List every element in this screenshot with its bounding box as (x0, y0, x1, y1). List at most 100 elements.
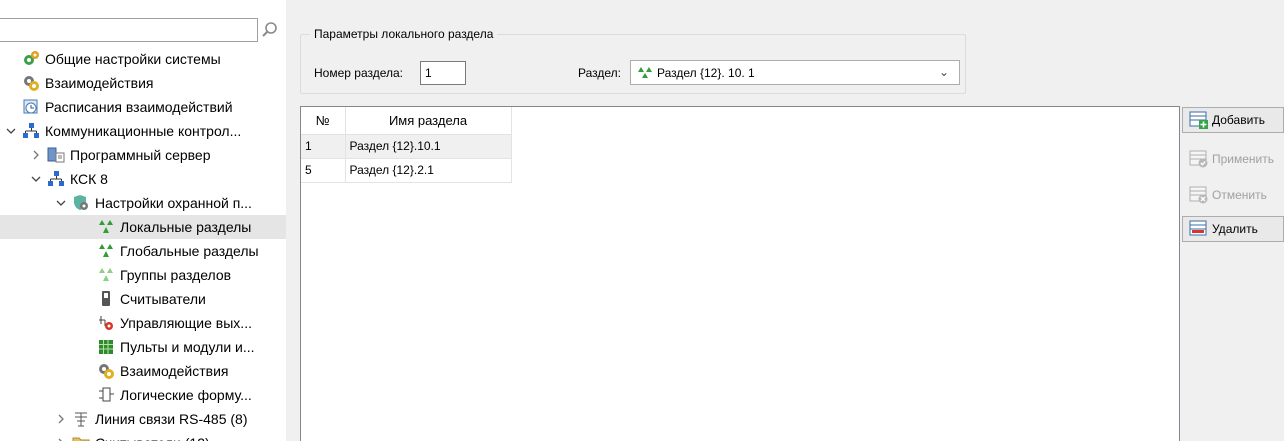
tree-item[interactable]: Локальные разделы (0, 215, 286, 239)
table-row[interactable]: 1 Раздел {12}.10.1 (301, 134, 512, 159)
gear-colored-icon (22, 50, 40, 68)
tree-item-label: Программный сервер (70, 147, 211, 163)
tree-item-label: Логические форму... (120, 387, 252, 403)
add-button[interactable]: Добавить (1182, 107, 1284, 133)
tree-item-label: Считыватели (12) (95, 434, 210, 441)
tree-item[interactable]: Линия связи RS-485 (8) (0, 407, 286, 431)
apply-icon (1189, 150, 1208, 168)
chevron-right-icon[interactable] (54, 412, 68, 426)
network-controller-icon (47, 170, 65, 188)
tree-item[interactable]: Взаимодействия (0, 71, 286, 95)
search-icon[interactable] (258, 17, 282, 43)
chevron-down-icon[interactable] (29, 172, 43, 186)
rs485-line-icon (72, 410, 90, 428)
security-settings-icon (72, 194, 90, 212)
tree-item[interactable]: Считыватели (0, 287, 286, 311)
tree-item[interactable]: Общие настройки системы (0, 47, 286, 71)
tree-item-label: Общие настройки системы (45, 51, 221, 67)
table-row[interactable]: 5 Раздел {12}.2.1 (301, 158, 512, 183)
tree-item-label: Пульты и модули и... (120, 339, 255, 355)
partition-number-field[interactable]: 1 (420, 61, 466, 85)
partition-icon (637, 66, 653, 80)
tree-item-label: Настройки охранной п... (95, 195, 252, 211)
add-icon (1189, 111, 1208, 129)
tree-item[interactable]: Расписания взаимодействий (0, 95, 286, 119)
control-outputs-icon (97, 314, 115, 332)
cancel-button-label: Отменить (1212, 188, 1267, 202)
tree-item[interactable]: Коммуникационные контрол... (0, 119, 286, 143)
delete-button[interactable]: Удалить (1182, 216, 1284, 242)
tree-item[interactable]: КСК 8 (0, 167, 286, 191)
schedule-clock-icon (22, 98, 40, 116)
tree-item[interactable]: Программный сервер (0, 143, 286, 167)
main-content: Параметры локального раздела Номер разде… (286, 0, 1284, 441)
folder-icon (72, 434, 90, 441)
chevron-right-icon[interactable] (29, 148, 43, 162)
row-name-cell[interactable]: Раздел {12}.2.1 (345, 158, 512, 183)
column-header-number[interactable]: № (301, 107, 346, 135)
network-controller-icon (22, 122, 40, 140)
tree-item-label: Управляющие вых... (120, 315, 252, 331)
tree-item[interactable]: Взаимодействия (0, 359, 286, 383)
partition-groups-icon (97, 266, 115, 284)
row-number-cell[interactable]: 5 (301, 158, 346, 183)
tree-search-input[interactable] (0, 18, 258, 42)
logic-formula-icon (97, 386, 115, 404)
apply-button-label: Применить (1212, 152, 1275, 166)
tree-item-label: Коммуникационные контрол... (45, 123, 242, 139)
reader-icon (97, 290, 115, 308)
tree-item-label: Глобальные разделы (120, 243, 259, 259)
tree-item-label: Взаимодействия (120, 363, 229, 379)
global-partitions-icon (97, 242, 115, 260)
tree-item-label: Локальные разделы (120, 219, 252, 235)
partition-number-label: Номер раздела: (314, 66, 404, 80)
params-group-title: Параметры локального раздела (310, 27, 498, 41)
interaction-gears-icon (97, 362, 115, 380)
partitions-table: № Имя раздела 1 Раздел {12}.10.1 5 Разде… (301, 107, 512, 183)
apply-button[interactable]: Применить (1182, 146, 1284, 172)
tree-item[interactable]: Управляющие вых... (0, 311, 286, 335)
tree-item[interactable]: Считыватели (12) (0, 431, 286, 441)
column-header-name[interactable]: Имя раздела (345, 107, 512, 135)
delete-button-label: Удалить (1212, 222, 1258, 236)
tree-item-label: Расписания взаимодействий (45, 99, 233, 115)
tree-item[interactable]: Логические форму... (0, 383, 286, 407)
tree-item[interactable]: Глобальные разделы (0, 239, 286, 263)
tree-item[interactable]: Группы разделов (0, 263, 286, 287)
partitions-grid: № Имя раздела 1 Раздел {12}.10.1 5 Разде… (300, 106, 1180, 441)
tree-item-label: Линия связи RS-485 (8) (95, 411, 248, 427)
tree-item-label: КСК 8 (70, 171, 108, 187)
row-name-cell[interactable]: Раздел {12}.10.1 (345, 134, 512, 159)
partition-select-label: Раздел: (578, 66, 621, 80)
partition-select[interactable]: Раздел {12}. 10. 1 ⌄ (630, 60, 960, 85)
tree-item-label: Взаимодействия (45, 75, 154, 91)
add-button-label: Добавить (1212, 113, 1266, 127)
cancel-icon (1189, 186, 1208, 204)
console-modules-icon (97, 338, 115, 356)
tree-item[interactable]: Пульты и модули и... (0, 335, 286, 359)
chevron-down-icon: ⌄ (938, 65, 949, 79)
navigation-tree-panel: Общие настройки системы Взаимодействия Рас… (0, 0, 286, 441)
chevron-right-icon[interactable] (54, 436, 68, 441)
server-icon (47, 146, 65, 164)
local-partitions-icon (97, 218, 115, 236)
interaction-gears-icon (22, 74, 40, 92)
tree-item-label: Группы разделов (120, 267, 232, 283)
chevron-down-icon[interactable] (54, 196, 68, 210)
row-number-cell[interactable]: 1 (301, 134, 346, 159)
tree-item-label: Считыватели (120, 291, 206, 307)
chevron-down-icon[interactable] (4, 124, 18, 138)
tree-item[interactable]: Настройки охранной п... (0, 191, 286, 215)
partition-select-value: Раздел {12}. 10. 1 (657, 65, 755, 80)
cancel-button[interactable]: Отменить (1182, 182, 1284, 208)
